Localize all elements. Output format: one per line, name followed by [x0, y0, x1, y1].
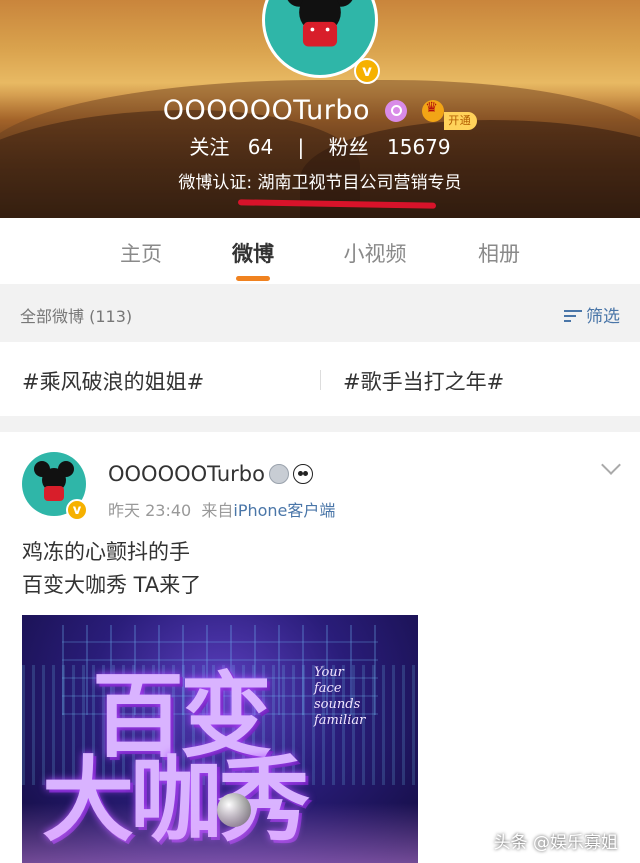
verified-badge-icon: v [66, 499, 88, 521]
filter-bar: 全部微博 (113) 筛选 [0, 294, 640, 334]
topic-link[interactable]: #歌手当打之年# [343, 366, 504, 396]
vip-open-badge[interactable]: 开通 [422, 99, 478, 130]
panda-badge-icon [292, 464, 313, 484]
show-logo-english: Your face sounds familiar [314, 665, 366, 728]
following-stat[interactable]: 关注 64 [183, 135, 279, 159]
post-text-line: 鸡冻的心颤抖的手 [22, 540, 190, 564]
post-source-prefix: 来自 [201, 501, 234, 520]
search-tag-icon[interactable] [385, 99, 408, 122]
post-text-line: 百变大咖秀 TA来了 [22, 573, 202, 597]
post-source[interactable]: iPhone客户端 [233, 501, 335, 520]
following-label: 关注 [189, 135, 230, 159]
vip-open-label: 开通 [444, 111, 478, 130]
profile-stats: 关注 64 | 粉丝 15679 [0, 131, 640, 160]
filter-label: 筛选 [586, 307, 620, 327]
followers-count: 15679 [387, 135, 451, 159]
topic-divider [320, 370, 321, 390]
verified-badge-icon: v [354, 58, 380, 84]
profile-tabs: 主页 微博 小视频 相册 [0, 218, 640, 284]
post-time: 昨天 23:40 [108, 501, 192, 520]
profile-name-row: OOOOOOTurbo 开通 [0, 94, 640, 130]
followers-label: 粉丝 [328, 135, 369, 159]
chevron-down-icon[interactable] [601, 455, 621, 475]
tab-home[interactable]: 主页 [96, 238, 186, 268]
post-card: v OOOOOOTurbo 昨天 23:40 来自iPhone客户端 鸡冻的心颤… [0, 432, 640, 863]
tab-album[interactable]: 相册 [454, 238, 544, 268]
all-posts-count: 全部微博 (113) [20, 307, 133, 326]
active-tab-indicator [236, 276, 270, 281]
watermark: 头条 @娱乐寡姐 [493, 833, 618, 853]
profile-header-cover: v OOOOOOTurbo 开通 关注 64 | 粉丝 15679 微博认证: … [0, 0, 640, 218]
verification-text: 微博认证: 湖南卫视节目公司营销专员 [178, 173, 462, 193]
filter-icon [564, 309, 582, 323]
profile-name: OOOOOOTurbo [162, 95, 371, 126]
followers-stat[interactable]: 粉丝 15679 [323, 135, 457, 159]
stats-separator: | [297, 135, 305, 159]
post-author-name-row: OOOOOOTurbo [108, 462, 313, 486]
post-text: 鸡冻的心颤抖的手 百变大咖秀 TA来了 [22, 536, 201, 602]
filter-button[interactable]: 筛选 [564, 302, 620, 327]
stage-floor [22, 803, 418, 863]
tab-weibo[interactable]: 微博 [208, 238, 298, 268]
post-meta: 昨天 23:40 来自iPhone客户端 [108, 497, 335, 521]
medal-badge-icon [268, 464, 289, 484]
post-image[interactable]: 百变 大咖秀 Your face sounds familiar [22, 615, 418, 863]
tab-short-video[interactable]: 小视频 [330, 238, 420, 268]
post-author-name[interactable]: OOOOOOTurbo [108, 462, 265, 486]
following-count: 64 [247, 135, 274, 159]
topic-link[interactable]: #乘风破浪的姐姐# [22, 366, 204, 396]
topic-bar: #乘风破浪的姐姐# #歌手当打之年# [0, 342, 640, 416]
crown-icon [422, 99, 445, 122]
